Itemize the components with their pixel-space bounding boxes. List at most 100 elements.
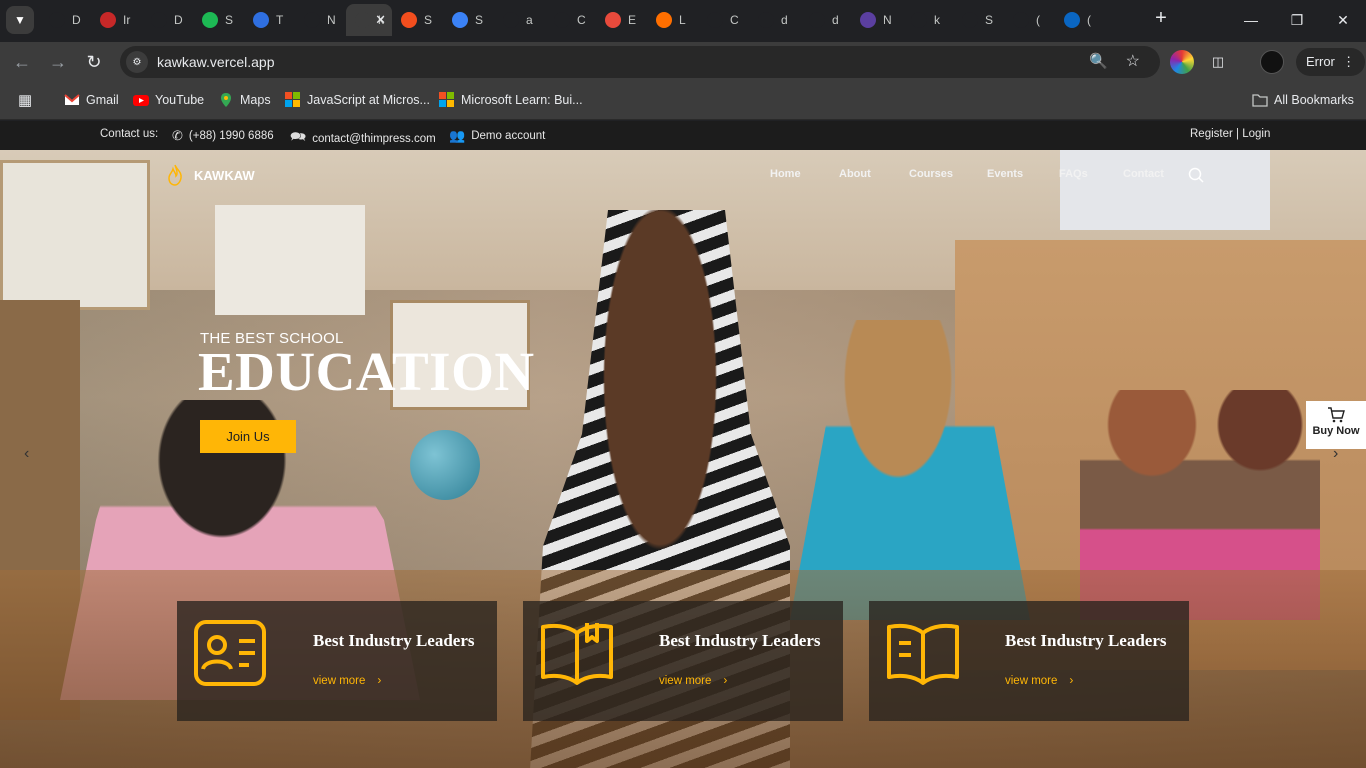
join-us-button[interactable]: Join Us xyxy=(200,420,296,453)
browser-tab[interactable]: C xyxy=(698,4,749,36)
pulse-icon xyxy=(503,12,519,28)
browser-tab[interactable]: D xyxy=(40,4,91,36)
profile-avatar-icon[interactable] xyxy=(1260,50,1284,74)
bookshelf xyxy=(0,300,80,720)
nav-contact[interactable]: Contact xyxy=(1123,168,1164,180)
demo-account-link[interactable]: 👥 Demo account xyxy=(449,128,545,144)
close-tab-icon[interactable]: ✕ xyxy=(375,12,386,28)
tab-title: S xyxy=(985,13,994,27)
zoom-icon[interactable]: 🔍 xyxy=(1089,52,1108,70)
avatar-icon xyxy=(860,12,876,28)
slider-prev-arrow[interactable]: ‹ xyxy=(24,445,29,463)
back-button[interactable]: ← xyxy=(10,50,34,74)
telegram-icon xyxy=(253,12,269,28)
browser-tab[interactable]: Ir xyxy=(91,4,142,36)
feature-card: Best Industry Leaders view more › xyxy=(869,601,1189,721)
view-more-link[interactable]: view more › xyxy=(313,673,381,687)
browser-tab[interactable]: ( xyxy=(1004,4,1055,36)
address-bar[interactable]: ⚙ kawkaw.vercel.app 🔍 ☆ xyxy=(120,46,1160,78)
apps-grid-icon[interactable]: ▦ xyxy=(18,91,32,109)
reload-button[interactable]: ↻ xyxy=(82,50,106,74)
browser-tab[interactable]: E xyxy=(596,4,647,36)
view-more-link[interactable]: view more › xyxy=(659,673,727,687)
browser-tab[interactable]: S xyxy=(193,4,244,36)
open-book-lines-icon xyxy=(887,623,959,685)
phone-text: (+88) 1990 6886 xyxy=(188,130,274,142)
browser-tab[interactable]: N xyxy=(851,4,902,36)
browser-tab[interactable]: S xyxy=(392,4,443,36)
forward-button[interactable]: → xyxy=(46,50,70,74)
tab-title: D xyxy=(174,13,183,27)
web-page: Contact us: ✆ (+88) 1990 6886 🗪 contact@th… xyxy=(0,121,1366,768)
new-tab-button[interactable]: + xyxy=(1150,8,1172,30)
browser-tab[interactable]: T xyxy=(244,4,295,36)
browser-tab[interactable]: D xyxy=(142,4,193,36)
browser-tab[interactable]: k ✕ xyxy=(346,4,392,36)
nav-events[interactable]: Events xyxy=(987,168,1023,180)
login-link[interactable]: Login xyxy=(1242,128,1270,140)
browser-tab[interactable]: N xyxy=(295,4,346,36)
nav-faqs[interactable]: FAQs xyxy=(1059,168,1088,180)
browser-tab[interactable]: S xyxy=(953,4,1004,36)
bookmark-youtube[interactable]: YouTube xyxy=(133,92,204,108)
browser-tab[interactable]: ( xyxy=(1055,4,1106,36)
nav-courses[interactable]: Courses xyxy=(909,168,953,180)
browser-tab[interactable]: C xyxy=(545,4,596,36)
close-window-button[interactable]: ✕ xyxy=(1320,0,1366,40)
bookmark-microsoft-learn[interactable]: Microsoft Learn: Bui... xyxy=(439,92,583,108)
wall-chart xyxy=(1060,150,1270,230)
tab-icon xyxy=(355,12,371,28)
bookmark-maps[interactable]: Maps xyxy=(218,92,271,108)
bookmarks-bar: ▦ Gmail YouTube Maps JavaScript at Micro… xyxy=(0,82,1366,120)
tab-title: C xyxy=(577,13,586,27)
l-icon xyxy=(656,12,672,28)
phone-link[interactable]: ✆ (+88) 1990 6886 xyxy=(172,128,274,144)
site-info-icon[interactable]: ⚙ xyxy=(126,51,148,73)
spotify-icon xyxy=(202,12,218,28)
gauge-icon xyxy=(100,12,116,28)
codepen-icon xyxy=(554,12,570,28)
email-link[interactable]: 🗪 contact@thimpress.com xyxy=(290,128,436,150)
minimize-button[interactable]: — xyxy=(1228,0,1274,40)
browser-tab[interactable]: a xyxy=(494,4,545,36)
color-extension-icon[interactable] xyxy=(1170,50,1194,74)
nav-home[interactable]: Home xyxy=(770,168,801,180)
search-icon[interactable] xyxy=(1188,167,1204,183)
nav-about[interactable]: About xyxy=(839,168,871,180)
browser-tab[interactable]: k xyxy=(902,4,953,36)
chevron-right-icon: › xyxy=(1069,673,1074,687)
tab-title: L xyxy=(679,13,686,27)
tab-search-button[interactable]: ▼ xyxy=(6,6,34,34)
error-button[interactable]: Error ⋮ xyxy=(1296,48,1366,76)
register-link[interactable]: Register xyxy=(1190,128,1233,140)
browser-tab[interactable]: d xyxy=(749,4,800,36)
chevron-right-icon: › xyxy=(377,673,382,687)
all-bookmarks-folder[interactable]: All Bookmarks xyxy=(1252,92,1354,108)
open-book-icon xyxy=(541,623,613,685)
tab-title: S xyxy=(475,13,484,27)
pen-icon xyxy=(707,12,723,28)
wall-poster xyxy=(215,205,365,315)
bookmark-label: Gmail xyxy=(86,93,119,107)
browser-tab[interactable]: L xyxy=(647,4,698,36)
house-icon xyxy=(911,12,927,28)
extensions-puzzle-icon[interactable]: ◫ xyxy=(1206,50,1230,74)
bookmark-javascript-microsoft[interactable]: JavaScript at Micros... xyxy=(285,92,430,108)
view-more-link[interactable]: view more › xyxy=(1005,673,1073,687)
buy-now-button[interactable]: Buy Now xyxy=(1306,401,1366,449)
restore-button[interactable]: ❐ xyxy=(1274,0,1320,40)
bookmark-gmail[interactable]: Gmail xyxy=(64,92,119,108)
browser-toolbar: ← → ↻ ⚙ kawkaw.vercel.app 🔍 ☆ ◫ Error ⋮ xyxy=(0,42,1366,82)
cart-icon xyxy=(1328,407,1345,423)
browser-tab[interactable]: d xyxy=(800,4,851,36)
student-blonde xyxy=(790,320,1030,620)
site-logo[interactable]: KAWKAW xyxy=(166,164,255,186)
wall-map xyxy=(0,160,150,310)
browser-tab[interactable]: S xyxy=(443,4,494,36)
auth-separator: | xyxy=(1236,128,1240,140)
tab-title: Ir xyxy=(123,13,131,27)
bookmark-star-icon[interactable]: ☆ xyxy=(1126,51,1140,71)
url-text[interactable]: kawkaw.vercel.app xyxy=(157,54,275,70)
house-icon xyxy=(962,12,978,28)
youtube-icon xyxy=(133,92,149,108)
